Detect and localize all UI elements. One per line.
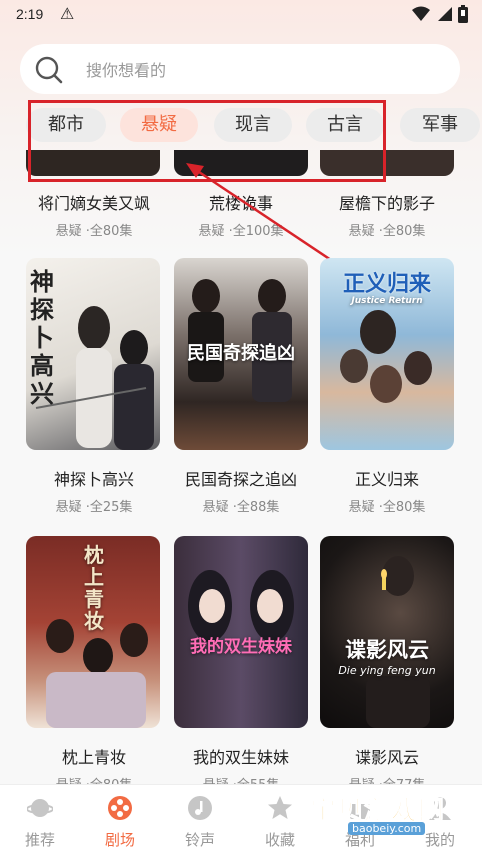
drama-title[interactable]: 民国奇探之追凶 bbox=[166, 466, 316, 490]
drama-card[interactable]: 神探卜高兴 bbox=[26, 258, 160, 450]
drama-title[interactable]: 神探卜高兴 bbox=[19, 466, 169, 490]
tab-label: 铃声 bbox=[184, 831, 215, 849]
tab-theater[interactable]: 剧场 bbox=[80, 785, 160, 859]
poster[interactable]: 神探卜高兴 bbox=[26, 258, 160, 450]
poster-subtitle-text: Die ying feng yun bbox=[338, 664, 436, 677]
poster-title-text: 民国奇探追凶 bbox=[187, 343, 295, 364]
drama-title[interactable]: 谍影风云 bbox=[312, 744, 462, 768]
watermark-logo: 宝贝游戏网 baobeiy.com bbox=[300, 790, 470, 835]
drama-card[interactable]: 枕上青妆 bbox=[26, 536, 160, 728]
poster-title-text: 谍影风云 bbox=[345, 638, 429, 662]
poster-title-text: 正义归来 bbox=[342, 272, 431, 297]
poster[interactable]: 我的双生妹妹 bbox=[174, 536, 308, 728]
tab-recommend[interactable]: 推荐 bbox=[0, 785, 80, 859]
poster-title-text: 枕上青妆 bbox=[84, 543, 104, 633]
poster[interactable]: 枕上青妆 bbox=[26, 536, 160, 728]
drama-title[interactable]: 正义归来 bbox=[312, 466, 462, 490]
drama-card[interactable]: 民国奇探追凶 bbox=[174, 258, 308, 450]
planet-icon bbox=[27, 799, 53, 817]
drama-meta: 悬疑 ·全80集 bbox=[348, 500, 426, 515]
drama-meta: 悬疑 ·全25集 bbox=[55, 500, 133, 515]
tab-label: 推荐 bbox=[24, 831, 55, 849]
tab-label: 剧场 bbox=[104, 831, 135, 849]
poster[interactable]: 谍影风云 Die ying feng yun bbox=[320, 536, 454, 728]
poster-title-text: 我的双生妹妹 bbox=[190, 637, 292, 657]
star-icon bbox=[268, 796, 292, 819]
poster-subtitle-text: Justice Return bbox=[351, 296, 423, 306]
watermark-url: baobeiy.com bbox=[348, 822, 426, 835]
music-note-icon bbox=[188, 796, 212, 820]
tab-ringtone[interactable]: 铃声 bbox=[160, 785, 240, 859]
film-reel-icon bbox=[108, 796, 132, 820]
poster[interactable]: 正义归来 Justice Return bbox=[320, 258, 454, 450]
drama-title[interactable]: 我的双生妹妹 bbox=[166, 744, 316, 768]
drama-card[interactable]: 谍影风云 Die ying feng yun bbox=[320, 536, 454, 728]
drama-card[interactable]: 正义归来 Justice Return bbox=[320, 258, 454, 450]
poster-title-text: 神探卜高兴 bbox=[30, 267, 54, 408]
drama-meta: 悬疑 ·全88集 bbox=[202, 500, 280, 515]
poster[interactable]: 民国奇探追凶 bbox=[174, 258, 308, 450]
drama-card[interactable]: 我的双生妹妹 bbox=[174, 536, 308, 728]
drama-title[interactable]: 枕上青妆 bbox=[19, 744, 169, 768]
